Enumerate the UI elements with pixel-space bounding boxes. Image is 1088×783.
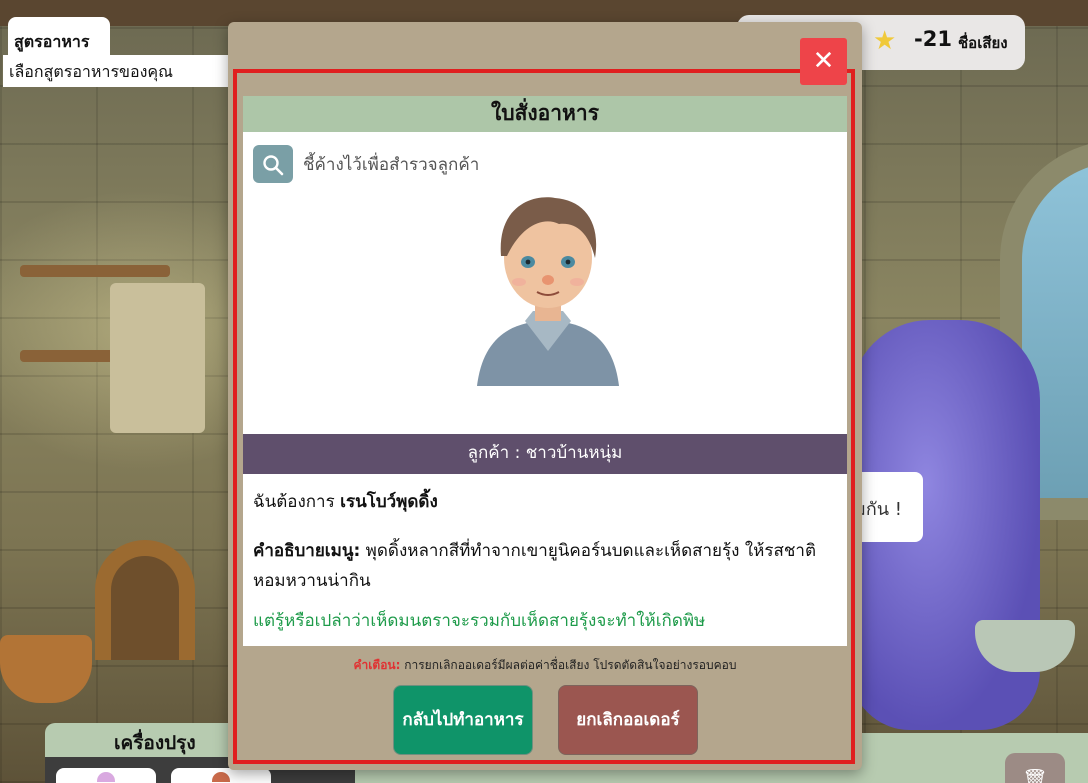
- recipe-tab-title[interactable]: สูตรอาหาร: [8, 17, 110, 57]
- warning-text: การยกเลิกออเดอร์มีผลต่อค่าชื่อเสียง โปรด…: [404, 658, 737, 672]
- warning-label: คำเตือน:: [353, 658, 401, 672]
- trash-icon: 🗑: [1022, 767, 1048, 783]
- description-label: คำอธิบายเมนู:: [253, 541, 361, 561]
- order-title: ใบสั่งอาหาร: [243, 96, 847, 132]
- back-to-cooking-button[interactable]: กลับไปทำอาหาร: [393, 685, 533, 755]
- potion-icon: [97, 772, 115, 782]
- ingredient-slot[interactable]: [56, 768, 156, 783]
- trash-button[interactable]: 🗑: [1005, 753, 1065, 783]
- dish-name: เรนโบว์พุดดิ้ง: [340, 492, 438, 512]
- oven-arch: [95, 540, 195, 660]
- close-icon[interactable]: ✕: [800, 38, 847, 85]
- cancel-order-button[interactable]: ยกเลิกออเดอร์: [558, 685, 698, 755]
- ingredient-slot[interactable]: [171, 768, 271, 783]
- star-icon: ★: [873, 26, 897, 56]
- cancel-warning: คำเตือน: การยกเลิกออเดอร์มีผลต่อค่าชื่อเ…: [243, 656, 847, 675]
- request-prefix: ฉันต้องการ: [253, 492, 335, 512]
- customer-name-bar: ลูกค้า : ชาวบ้านหนุ่ม: [243, 434, 847, 474]
- clay-bowl: [0, 635, 92, 703]
- reputation-value: -21: [914, 27, 952, 51]
- order-sheet: ใบสั่งอาหาร ชี้ค้างไว้เพื่อสำรวจลูกค้า ล…: [243, 96, 847, 646]
- customer-avatar[interactable]: [473, 186, 623, 386]
- potion-icon: [212, 772, 230, 782]
- wooden-rack-bar: [20, 265, 170, 277]
- hover-hint: ชี้ค้างไว้เพื่อสำรวจลูกค้า: [303, 155, 480, 175]
- reputation-label: ชื่อเสียง: [958, 34, 1008, 52]
- secret-hint: แต่รู้หรือเปล่าว่าเห็ดมนตราจะรวมกับเห็ดส…: [253, 611, 706, 631]
- menu-description: คำอธิบายเมนู: พุดดิ้งหลากสีที่ทำจากเขายู…: [253, 536, 823, 596]
- cookware-title: เครื่องปรุง: [114, 732, 196, 754]
- search-icon[interactable]: [253, 145, 293, 183]
- hanging-towel: [110, 283, 205, 433]
- order-request: ฉันต้องการ เรนโบว์พุดดิ้ง: [253, 488, 438, 515]
- recipe-subtitle: เลือกสูตรอาหารของคุณ: [3, 55, 233, 87]
